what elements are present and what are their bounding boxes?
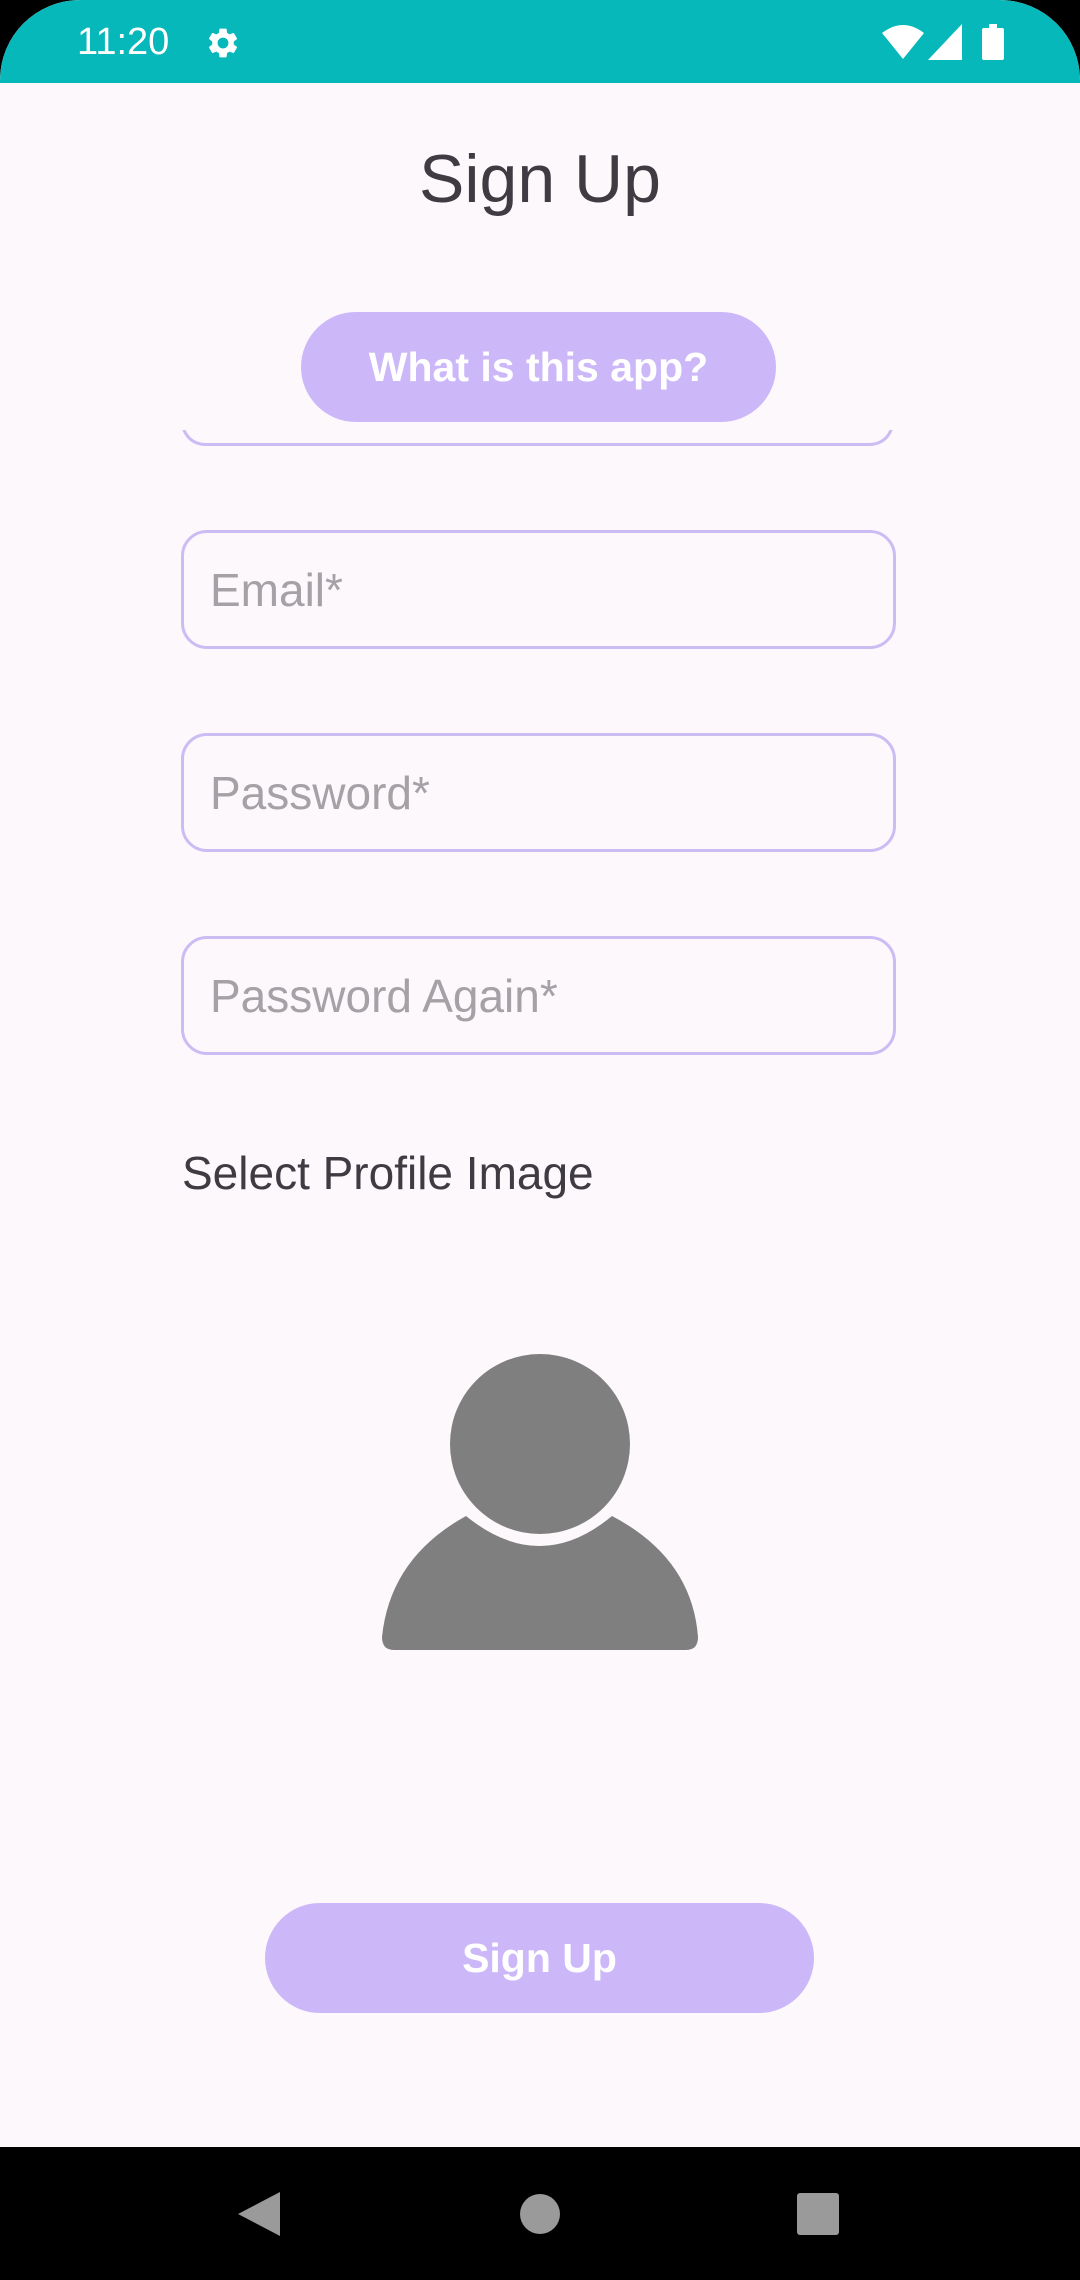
recents-icon[interactable] [797,2193,839,2235]
password-field[interactable] [181,733,896,852]
email-field[interactable] [181,530,896,649]
screen: 11:20 Sign Up What is this app? Select P… [0,0,1080,2280]
back-icon[interactable] [238,2192,280,2236]
app-window: 11:20 Sign Up What is this app? Select P… [0,0,1080,2147]
what-is-this-app-button[interactable]: What is this app? [301,312,776,422]
page-title: Sign Up [419,141,661,217]
status-time: 11:20 [77,21,170,63]
sign-up-button[interactable]: Sign Up [265,1903,814,2013]
cell-signal-icon [928,24,962,60]
profile-image-label: Select Profile Image [182,1147,594,1199]
wifi-icon [882,25,924,59]
password-again-field[interactable] [181,936,896,1055]
profile-avatar-icon[interactable] [380,1352,700,1652]
gear-icon [208,28,238,58]
status-bar: 11:20 [0,0,1080,83]
battery-icon [982,24,1004,60]
home-icon[interactable] [519,2193,561,2235]
